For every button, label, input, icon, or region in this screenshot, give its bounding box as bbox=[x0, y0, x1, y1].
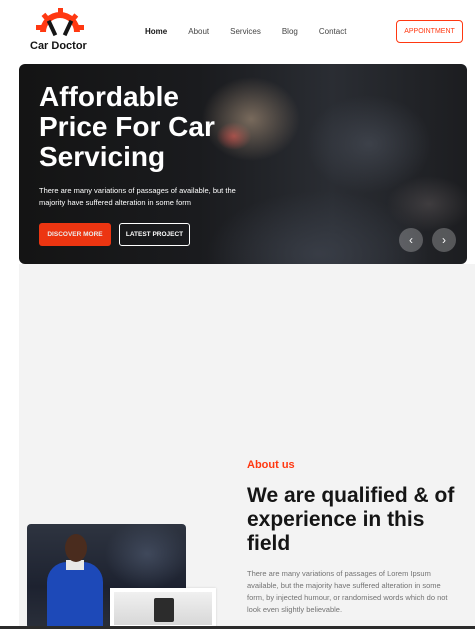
nav-blog[interactable]: Blog bbox=[282, 27, 298, 36]
hero-title: Affordable Price For Car Servicing bbox=[39, 81, 215, 172]
hero-text: There are many variations of passages of… bbox=[39, 186, 236, 207]
about-heading: We are qualified & of experience in this… bbox=[247, 484, 455, 555]
nav-home[interactable]: Home bbox=[145, 27, 167, 36]
about-label: About us bbox=[247, 459, 295, 471]
site-header: Car Doctor Home About Services Blog Cont… bbox=[0, 0, 475, 64]
discover-more-button[interactable]: DISCOVER MORE bbox=[39, 223, 111, 246]
slider-prev-button[interactable]: ‹ bbox=[399, 228, 423, 252]
mechanic-head bbox=[65, 534, 87, 562]
logo-gear-icon bbox=[36, 8, 84, 37]
hero-banner: Affordable Price For Car Servicing There… bbox=[19, 64, 467, 264]
main-nav: Home About Services Blog Contact bbox=[145, 27, 367, 36]
nav-about[interactable]: About bbox=[188, 27, 209, 36]
chevron-right-icon: › bbox=[442, 233, 446, 247]
parts-image-inner bbox=[114, 592, 212, 625]
car-part bbox=[154, 598, 174, 622]
parts-image bbox=[110, 588, 216, 629]
appointment-button[interactable]: APPOINTMENT bbox=[396, 20, 463, 43]
nav-contact[interactable]: Contact bbox=[319, 27, 347, 36]
logo[interactable]: Car Doctor bbox=[30, 8, 92, 56]
about-text: There are many variations of passages of… bbox=[247, 569, 448, 614]
nav-services[interactable]: Services bbox=[230, 27, 261, 36]
logo-text: Car Doctor bbox=[30, 40, 87, 52]
slider-next-button[interactable]: › bbox=[432, 228, 456, 252]
mechanic-figure bbox=[47, 562, 103, 629]
latest-project-button[interactable]: LATEST PROJECT bbox=[119, 223, 190, 246]
chevron-left-icon: ‹ bbox=[409, 233, 413, 247]
